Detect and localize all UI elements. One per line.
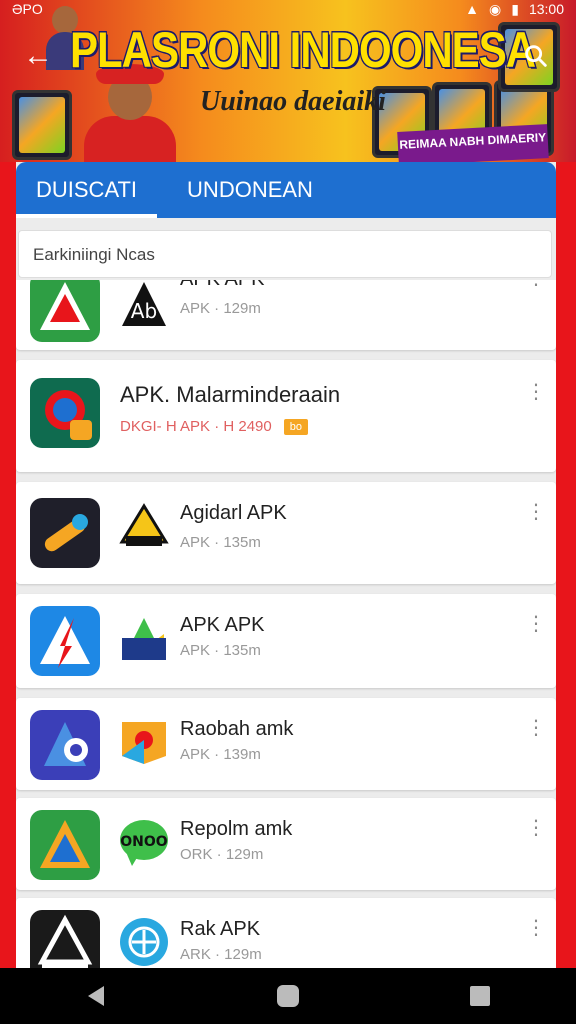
app-icon-secondary	[118, 916, 170, 968]
back-icon[interactable]	[76, 976, 116, 1016]
app-icon-secondary	[118, 612, 170, 664]
app-meta: APK · 135m	[180, 534, 261, 551]
app-card[interactable]: APK. Malarminderaain DKGI- H APK · H 249…	[16, 360, 556, 472]
app-card[interactable]: ONOO Repolm amk ORK · 129m ⋮	[16, 798, 556, 890]
phone-illustration	[12, 90, 72, 160]
tab-label: UNDONEAN	[187, 177, 313, 202]
app-icon	[30, 710, 100, 780]
tab-bar: DUISCATI UNDONEAN	[16, 162, 556, 218]
app-icon	[30, 910, 100, 968]
app-icon-secondary: ONOO	[118, 816, 170, 868]
app-icon	[30, 280, 100, 342]
app-tag: bo	[283, 419, 308, 436]
search-input[interactable]: Earkiniingi Ncas	[18, 230, 552, 278]
more-options-icon[interactable]: ⋮	[526, 500, 546, 524]
more-options-icon[interactable]: ⋮	[526, 612, 546, 636]
wifi-icon: ◉	[489, 0, 502, 17]
search-icon[interactable]	[518, 38, 554, 74]
battery-icon: ▮	[511, 0, 519, 17]
app-name: APK APK	[180, 280, 265, 291]
tab-label: DUISCATI	[36, 177, 138, 202]
app-icon	[30, 810, 100, 880]
app-icon	[30, 378, 100, 448]
left-edge	[0, 162, 16, 968]
app-icon	[30, 498, 100, 568]
right-edge	[556, 162, 576, 968]
more-options-icon[interactable]: ⋮	[526, 380, 546, 404]
app-list: Ab APK APK APK · 129m ⋮ APK. Malarminder…	[16, 280, 556, 968]
signal-icon: ▲	[465, 1, 480, 17]
app-name: APK. Malarminderaain	[120, 382, 341, 407]
promo-banner[interactable]: PLASRONI INDOONESA Uuinao daeiaiki REIMA…	[0, 0, 576, 162]
svg-text:Ab: Ab	[131, 299, 157, 323]
app-meta-text: DKGI- H APK · H 2490	[120, 418, 272, 435]
app-name: Rak APK	[180, 918, 261, 940]
app-name: Raobah amk	[180, 718, 294, 740]
banner-badge: REIMAA NABH DIMAERIY	[397, 124, 549, 162]
app-icon-secondary	[118, 502, 170, 554]
more-options-icon[interactable]: ⋮	[526, 916, 546, 940]
app-card[interactable]: Ab APK APK APK · 129m ⋮	[16, 280, 556, 350]
more-options-icon[interactable]: ⋮	[526, 280, 546, 290]
system-nav-bar	[0, 968, 576, 1024]
app-meta: DKGI- H APK · H 2490 bo	[120, 418, 308, 436]
app-meta: APK · 129m	[180, 300, 261, 317]
app-name: Repolm amk	[180, 818, 293, 840]
home-icon[interactable]	[268, 976, 308, 1016]
app-name: Agidarl APK	[180, 502, 287, 524]
app-icon-secondary	[118, 716, 170, 768]
main-panel: DUISCATI UNDONEAN Earkiniingi Ncas Ab AP…	[16, 162, 556, 968]
banner-subtitle: Uuinao daeiaiki	[200, 86, 386, 117]
app-card[interactable]: Rak APK ARK · 129m ⋮	[16, 898, 556, 968]
app-meta: APK · 139m	[180, 746, 261, 763]
tab-discover[interactable]: DUISCATI	[16, 162, 158, 218]
app-meta: ORK · 129m	[180, 846, 264, 863]
more-options-icon[interactable]: ⋮	[526, 816, 546, 840]
app-icon	[30, 606, 100, 676]
banner-title: PLASRONI INDOONESA	[70, 21, 536, 78]
status-time: 13:00	[528, 1, 564, 17]
app-meta: ARK · 129m	[180, 946, 262, 963]
app-name: APK APK	[180, 614, 265, 636]
more-options-icon[interactable]: ⋮	[526, 716, 546, 740]
carrier-label: ƏPO	[12, 1, 43, 17]
app-card[interactable]: Agidarl APK APK · 135m ⋮	[16, 482, 556, 584]
tab-indonesian[interactable]: UNDONEAN	[167, 162, 333, 218]
svg-text:ONOO: ONOO	[120, 834, 168, 850]
app-card[interactable]: Raobah amk APK · 139m ⋮	[16, 698, 556, 790]
back-arrow-icon[interactable]: ←	[20, 38, 56, 74]
app-icon-secondary: Ab	[118, 280, 170, 330]
recents-icon[interactable]	[460, 976, 500, 1016]
status-bar: ƏPO ▲ ◉ ▮ 13:00	[0, 0, 576, 18]
app-card[interactable]: APK APK APK · 135m ⋮	[16, 594, 556, 688]
app-meta: APK · 135m	[180, 642, 261, 659]
